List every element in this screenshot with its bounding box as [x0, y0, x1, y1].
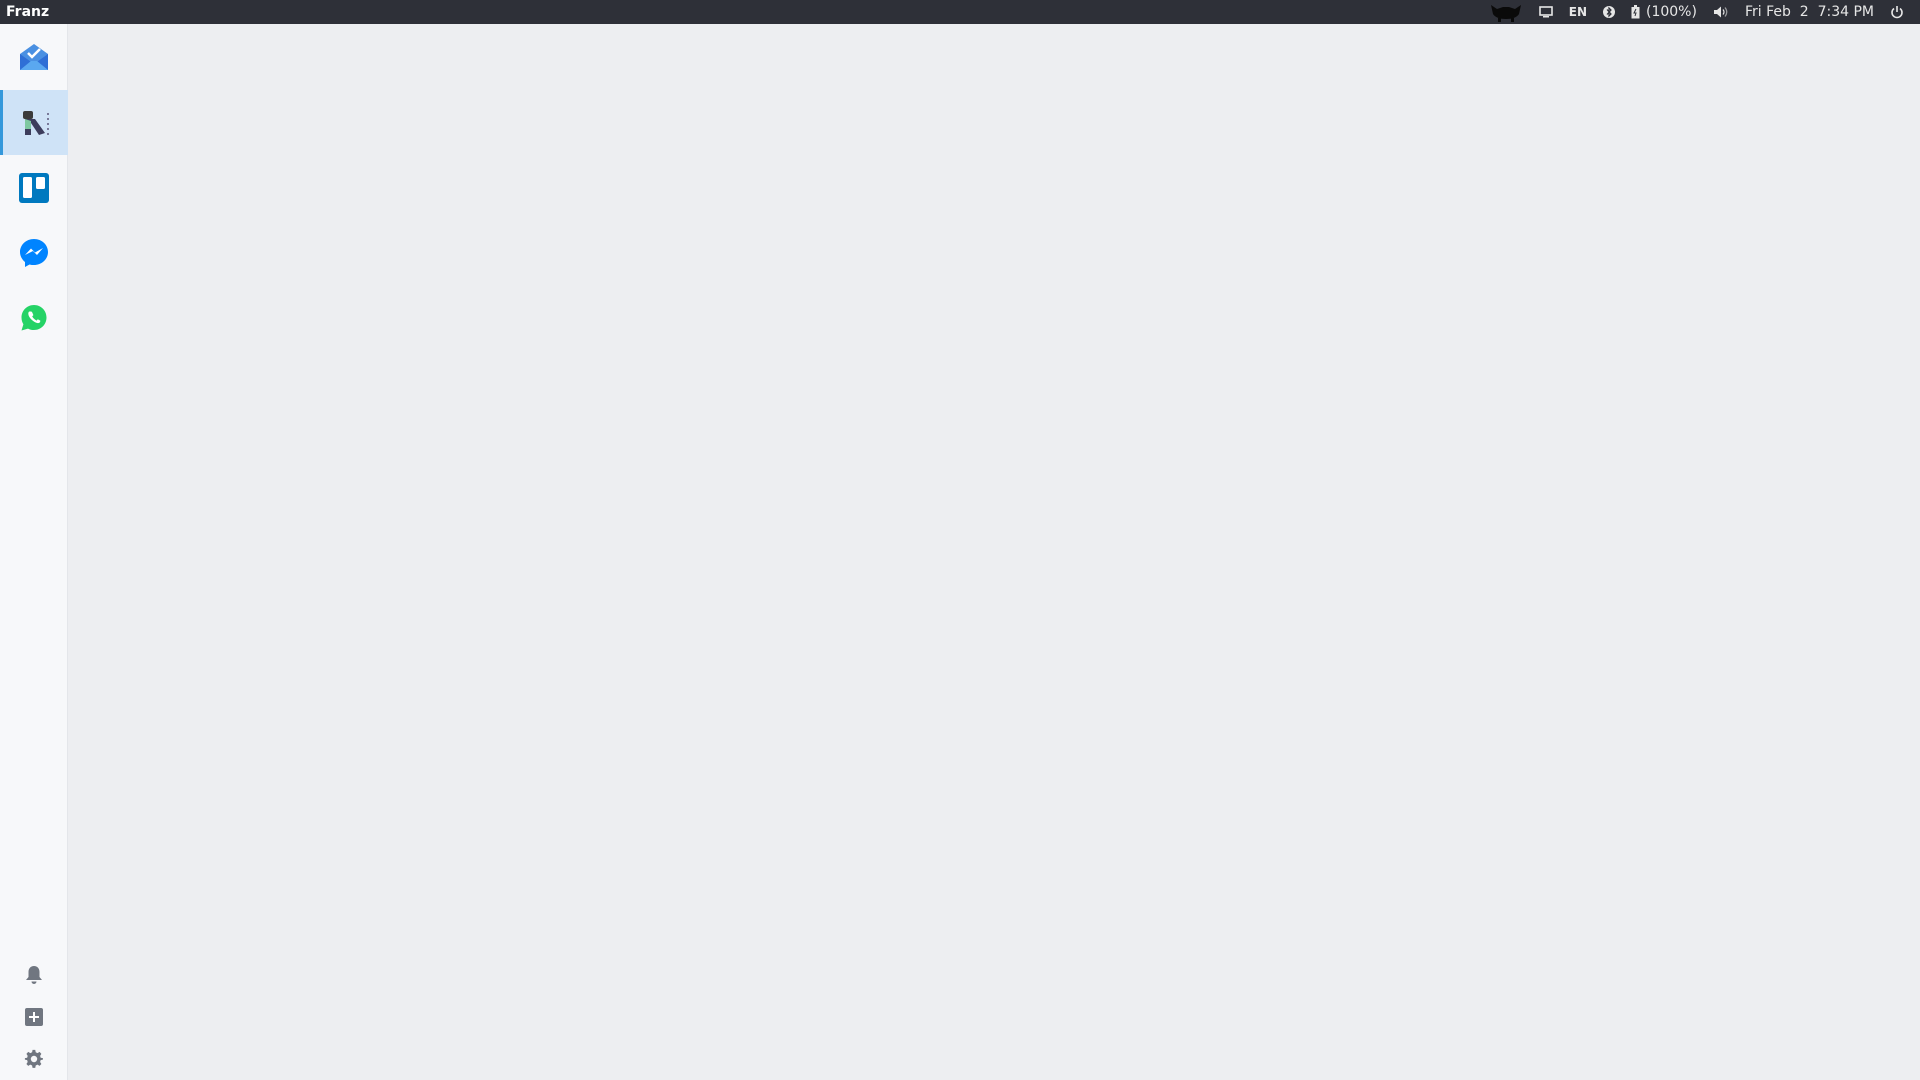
volume-icon — [1713, 6, 1728, 18]
system-top-bar: Franz EN (100%) Fri Feb 2 7:34 PM — [0, 0, 1920, 24]
language-indicator[interactable]: EN — [1561, 0, 1595, 24]
cat-icon — [1490, 5, 1521, 22]
settings-gear-icon — [24, 1049, 43, 1068]
service-messenger[interactable] — [0, 220, 68, 285]
bluetooth-indicator[interactable] — [1595, 0, 1623, 24]
sidebar-tools — [0, 954, 68, 1080]
add-service-icon — [25, 1008, 43, 1026]
service-content-area[interactable] — [68, 24, 1920, 1080]
display-indicator[interactable] — [1531, 0, 1561, 24]
bluetooth-icon — [1603, 6, 1615, 18]
inbox-envelope-icon — [20, 44, 48, 70]
volume-indicator[interactable] — [1705, 0, 1737, 24]
service-sidebar — [0, 24, 68, 1080]
battery-percentage: (100%) — [1646, 4, 1697, 20]
settings-button[interactable] — [0, 1038, 68, 1080]
service-inbox[interactable] — [0, 24, 68, 90]
power-indicator[interactable] — [1882, 0, 1912, 24]
trello-icon — [19, 172, 49, 203]
battery-indicator[interactable]: (100%) — [1623, 0, 1705, 24]
reelo-icon — [22, 110, 49, 135]
service-trello[interactable] — [0, 155, 68, 220]
notifications-button[interactable] — [0, 954, 68, 996]
messenger-icon — [20, 238, 48, 267]
indicator-area: EN (100%) Fri Feb 2 7:34 PM — [1481, 0, 1920, 24]
cat-indicator[interactable] — [1481, 0, 1531, 24]
clock-indicator[interactable]: Fri Feb 2 7:34 PM — [1737, 0, 1882, 24]
whatsapp-icon — [21, 304, 47, 330]
bell-icon — [26, 966, 42, 984]
battery-icon — [1631, 5, 1640, 19]
display-icon — [1538, 6, 1553, 18]
app-title: Franz — [6, 4, 50, 20]
add-service-button[interactable] — [0, 996, 68, 1038]
power-icon — [1891, 6, 1903, 19]
service-whatsapp[interactable] — [0, 285, 68, 350]
service-reelo[interactable] — [0, 90, 68, 155]
